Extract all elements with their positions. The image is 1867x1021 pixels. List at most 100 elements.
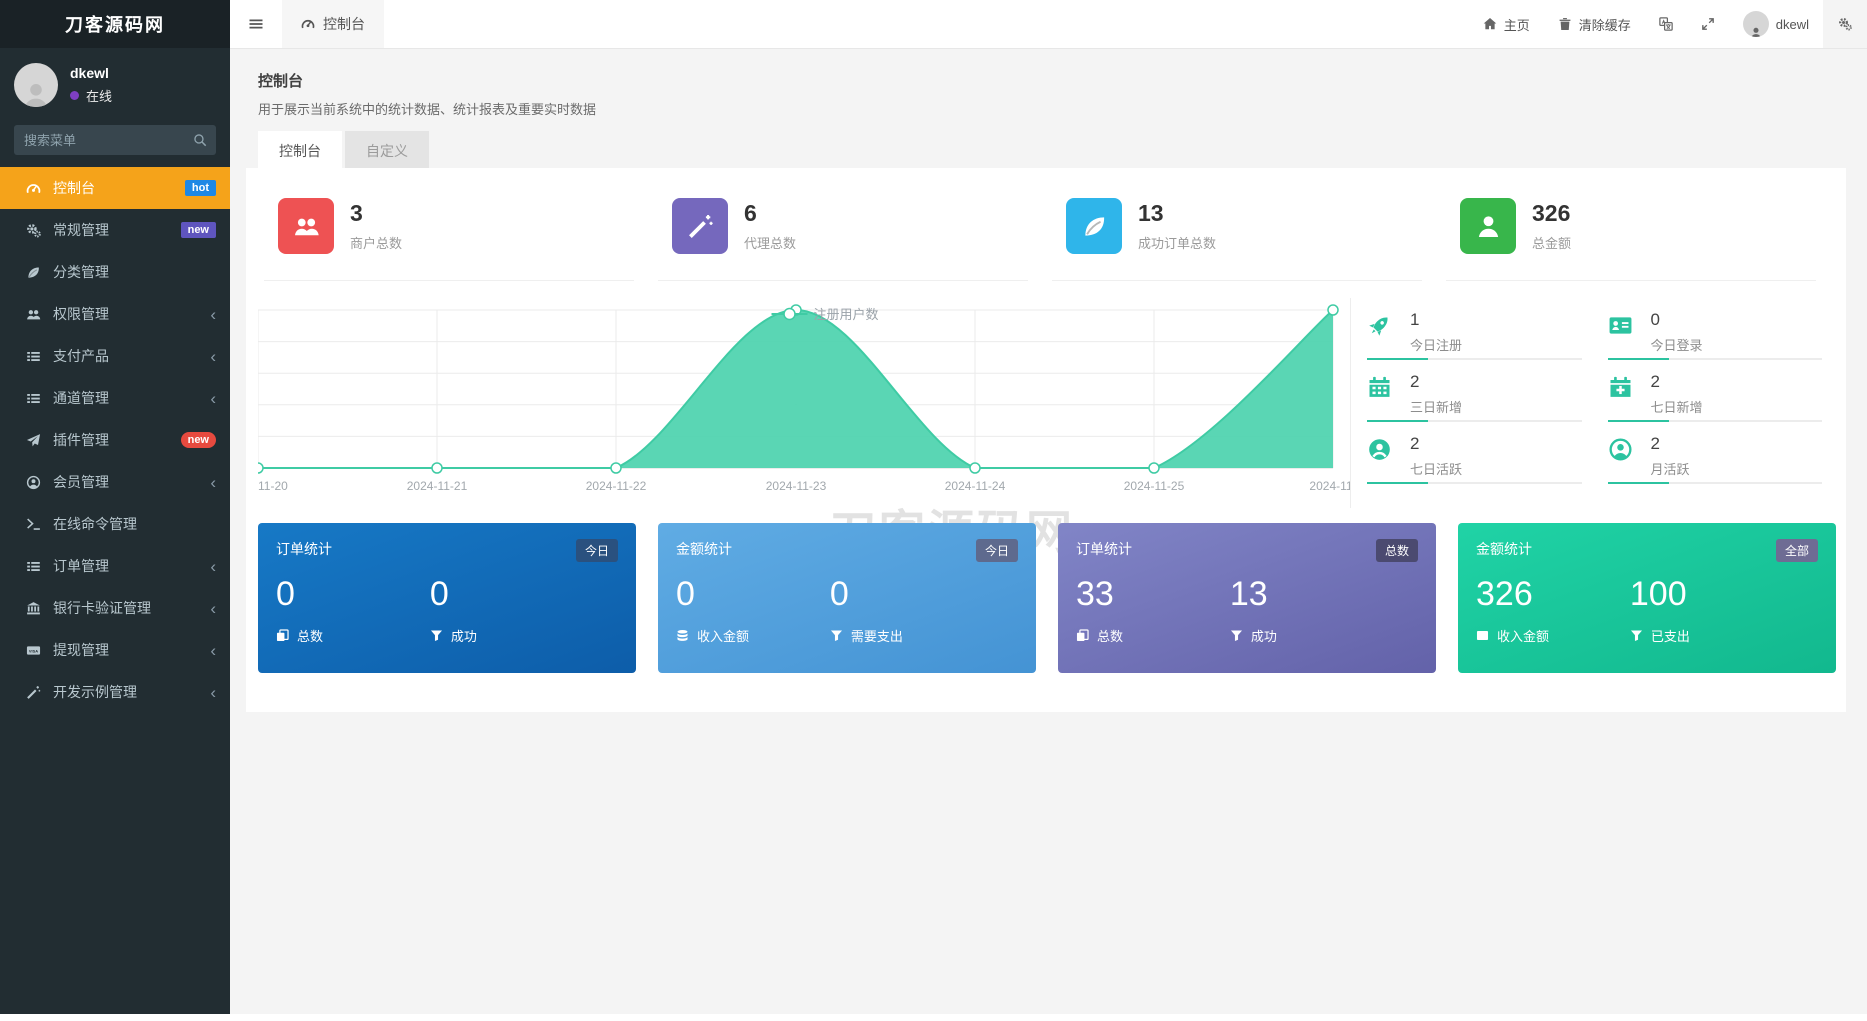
sidebar-item-command[interactable]: 在线命令管理 [0, 503, 230, 545]
list-icon [24, 559, 43, 574]
sidebar-item-dashboard[interactable]: 控制台 hot [0, 167, 230, 209]
navbar-username: dkewl [1776, 17, 1809, 32]
mini-value: 2 [1410, 434, 1462, 454]
id-card-icon [1608, 313, 1638, 360]
users-group-icon [278, 198, 334, 254]
sidebar-item-general[interactable]: 常规管理 new [0, 209, 230, 251]
sidebar-item-auth[interactable]: 权限管理 [0, 293, 230, 335]
card-amount-all: 金额统计 全部 326 100 收入金额 已支出 [1458, 523, 1836, 673]
mini-label: 七日活跃 [1410, 459, 1462, 478]
coins-icon [676, 629, 689, 642]
sidebar-item-addon[interactable]: 插件管理 new [0, 419, 230, 461]
clear-cache-button[interactable]: 清除缓存 [1544, 0, 1645, 48]
mini-stat-7day-active: 2 七日活跃 [1367, 422, 1586, 484]
navbar-tab-label: 控制台 [323, 14, 365, 34]
sidebar-item-pay-product[interactable]: 支付产品 [0, 335, 230, 377]
home-button[interactable]: 主页 [1469, 0, 1544, 48]
card-item-label: 成功 [451, 626, 477, 645]
new-badge: new [181, 222, 216, 238]
stat-merchants: 3 商户总数 [264, 198, 634, 281]
settings-button[interactable] [1823, 0, 1867, 48]
card-order-total: 订单统计 总数 33 13 总数 成功 [1058, 523, 1436, 673]
mini-stats: 1 今日注册 0 今日登录 2 三日新增 [1350, 298, 1834, 508]
gauge-icon [301, 17, 315, 31]
svg-text:2024-11-25: 2024-11-25 [1124, 479, 1185, 493]
chevron-left-icon [210, 306, 216, 323]
sidebar-item-member[interactable]: 会员管理 [0, 461, 230, 503]
mini-value: 1 [1410, 310, 1462, 330]
card-order-today: 订单统计 今日 0 0 总数 成功 [258, 523, 636, 673]
stat-success-orders: 13 成功订单总数 [1052, 198, 1422, 281]
list-icon [24, 349, 43, 364]
page-subtitle: 用于展示当前系统中的统计数据、统计报表及重要实时数据 [258, 99, 1867, 118]
chevron-left-icon [210, 558, 216, 575]
person-icon [1749, 26, 1763, 37]
card-item-label: 已支出 [1651, 626, 1690, 645]
card-badge: 总数 [1376, 539, 1418, 562]
summary-cards: 订单统计 今日 0 0 总数 成功 金额统计 今日 0 [258, 523, 1836, 673]
chevron-left-icon [210, 684, 216, 701]
tab-custom[interactable]: 自定义 [345, 131, 429, 168]
stat-label: 成功订单总数 [1138, 233, 1216, 252]
stats-row: 3 商户总数 6 代理总数 13 成功订单总数 [246, 168, 1846, 281]
card-value: 0 [430, 575, 584, 614]
app-logo: 刀客源码网 [0, 0, 230, 48]
user-menu[interactable]: dkewl [1729, 0, 1823, 48]
copy-icon [1076, 629, 1089, 642]
sidebar-item-bankcard[interactable]: 银行卡验证管理 [0, 587, 230, 629]
navbar-tab-dashboard[interactable]: 控制台 [282, 0, 384, 48]
sidebar-item-order[interactable]: 订单管理 [0, 545, 230, 587]
registered-users-chart: 注册用户数11-202024-11-212024-11-222024-11-23… [258, 298, 1350, 508]
page-title: 控制台 [258, 70, 1867, 91]
status-dot [70, 91, 79, 100]
chevron-left-icon [210, 348, 216, 365]
mini-label: 七日新增 [1651, 397, 1703, 416]
top-navbar: 控制台 主页 清除缓存 dkewl [230, 0, 1867, 49]
sidebar-item-category[interactable]: 分类管理 [0, 251, 230, 293]
stat-value: 6 [744, 201, 796, 226]
sidebar-item-label: 会员管理 [53, 472, 109, 492]
fullscreen-button[interactable] [1687, 0, 1729, 48]
person-icon [1460, 198, 1516, 254]
tab-dashboard[interactable]: 控制台 [258, 131, 342, 168]
card-title: 金额统计 [1476, 539, 1532, 559]
content-tabs: 控制台 自定义 [258, 131, 429, 168]
chevron-left-icon [210, 642, 216, 659]
language-button[interactable] [1645, 0, 1687, 48]
stat-label: 代理总数 [744, 233, 796, 252]
sidebar-item-withdraw[interactable]: VISA 提现管理 [0, 629, 230, 671]
chevron-left-icon [210, 390, 216, 407]
user-circle-icon [1608, 437, 1638, 484]
svg-text:2024-11-22: 2024-11-22 [586, 479, 647, 493]
svg-text:11-20: 11-20 [258, 479, 288, 493]
card-value: 0 [676, 575, 830, 614]
sidebar-item-channel[interactable]: 通道管理 [0, 377, 230, 419]
card-title: 金额统计 [676, 539, 732, 559]
search-input[interactable] [14, 125, 216, 155]
translate-icon [1659, 17, 1673, 31]
paper-plane-icon [24, 433, 43, 448]
avatar[interactable] [14, 63, 58, 107]
card-value: 326 [1476, 575, 1630, 614]
hamburger-menu-icon[interactable] [230, 16, 282, 32]
svg-text:2024-11-: 2024-11- [1309, 479, 1350, 493]
stat-total-amount: 326 总金额 [1446, 198, 1816, 281]
mini-label: 今日注册 [1410, 335, 1462, 354]
mini-stat-today-login: 0 今日登录 [1608, 298, 1827, 360]
sidebar-item-label: 支付产品 [53, 346, 109, 366]
funnel-icon [1630, 629, 1643, 642]
calendar-icon [1367, 375, 1397, 422]
svg-text:2024-11-21: 2024-11-21 [407, 479, 468, 493]
sidebar-item-dev-example[interactable]: 开发示例管理 [0, 671, 230, 713]
card-value: 13 [1230, 575, 1384, 614]
users-icon [24, 307, 43, 322]
hot-badge: hot [185, 180, 216, 196]
search-icon[interactable] [193, 133, 207, 147]
person-icon [20, 80, 52, 107]
expand-icon [1701, 17, 1715, 31]
sidebar-menu: 控制台 hot 常规管理 new 分类管理 权限管理 支付产品 通道管理 [0, 167, 230, 713]
mini-label: 月活跃 [1651, 459, 1690, 478]
leaf-icon [24, 265, 43, 280]
avatar [1743, 11, 1769, 37]
card-badge: 全部 [1776, 539, 1818, 562]
